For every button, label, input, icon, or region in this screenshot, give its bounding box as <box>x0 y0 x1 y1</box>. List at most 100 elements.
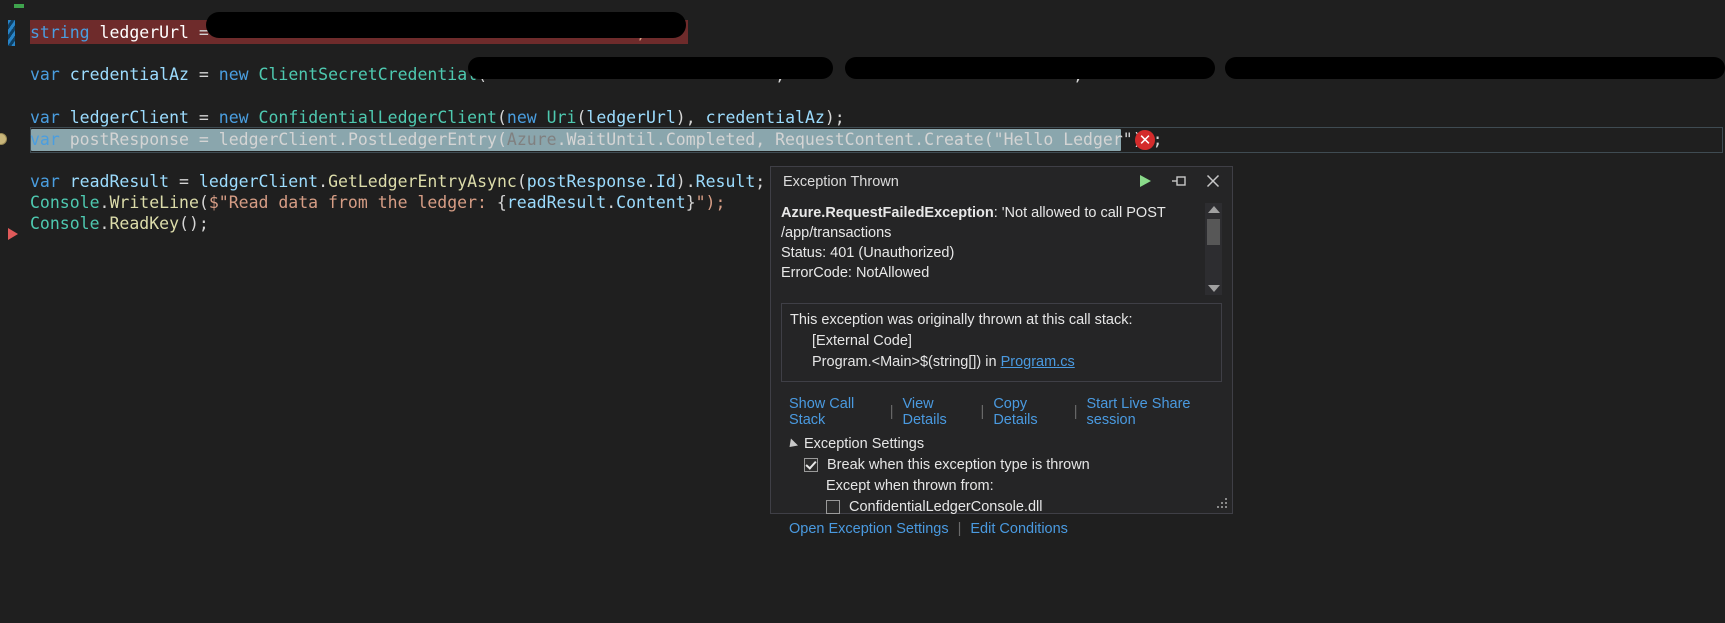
code-token: = <box>188 108 219 127</box>
line-writeline[interactable]: Console.WriteLine($"Read data from the l… <box>30 192 725 214</box>
exception-settings-label: Exception Settings <box>804 436 925 452</box>
code-token: = <box>188 65 219 84</box>
code-token: var <box>30 172 60 191</box>
code-token: postResponse <box>69 130 189 149</box>
code-token: Console <box>30 214 100 233</box>
continue-icon[interactable] <box>1134 170 1156 192</box>
exception-message: Azure.RequestFailedException: 'Not allow… <box>781 203 1222 283</box>
redaction-block <box>1225 57 1725 79</box>
code-token: .WaitUntil.Completed, RequestContent.Cre… <box>556 130 1163 149</box>
close-icon[interactable] <box>1202 170 1224 192</box>
program-cs-link[interactable]: Program.cs <box>1001 354 1075 370</box>
code-token: GetLedgerEntryAsync <box>328 172 517 191</box>
exception-errorcode-line: ErrorCode: NotAllowed <box>781 265 930 281</box>
redaction-block <box>468 57 833 79</box>
code-token: . <box>606 193 617 212</box>
code-token: . <box>645 172 656 191</box>
scrollbar-thumb[interactable] <box>1207 219 1220 245</box>
pin-icon[interactable] <box>1168 170 1190 192</box>
start-live-share-link[interactable]: Start Live Share session <box>1078 396 1233 428</box>
module-exclusion-label: ConfidentialLedgerConsole.dll <box>849 499 1043 515</box>
popup-title-buttons <box>1134 170 1224 192</box>
code-token: = <box>169 172 199 191</box>
code-token: ). <box>675 172 696 191</box>
code-token: ledgerClient <box>69 108 189 127</box>
code-token: ledgerUrl <box>586 108 676 127</box>
code-token: credentialAz <box>705 108 825 127</box>
show-call-stack-link[interactable]: Show Call Stack <box>789 396 890 428</box>
code-token: ReadKey <box>109 214 180 233</box>
code-token: credentialAz <box>69 65 189 84</box>
exception-thrown-popup[interactable]: Exception Thrown Azure.RequestFailedExce… <box>770 166 1233 537</box>
code-token: Content <box>616 193 686 212</box>
redaction-block <box>845 57 1215 79</box>
exception-message-scrollbar[interactable] <box>1205 203 1222 295</box>
code-token: Console <box>30 193 100 212</box>
popup-title: Exception Thrown <box>783 174 899 190</box>
code-token: . <box>318 172 329 191</box>
code-token: ledgerClient <box>198 172 319 191</box>
call-stack-heading: This exception was originally thrown at … <box>790 312 1133 328</box>
code-token: ( <box>516 172 527 191</box>
code-token: PostLedgerEntry <box>347 130 497 149</box>
code-token: ( <box>198 193 209 212</box>
code-token: ClientSecretCredential <box>258 65 478 84</box>
scroll-up-arrow-icon[interactable] <box>1207 206 1220 213</box>
code-token: ConfidentialLedgerClient <box>258 108 497 127</box>
call-stack-box: This exception was originally thrown at … <box>781 303 1222 382</box>
view-details-link[interactable]: View Details <box>893 396 980 428</box>
code-token: readResult <box>69 172 170 191</box>
module-exclusion-row[interactable]: ConfidentialLedgerConsole.dll <box>826 499 1232 515</box>
line-readkey[interactable]: Console.ReadKey(); <box>30 213 209 235</box>
line-ledger-client[interactable]: var ledgerClient = new ConfidentialLedge… <box>30 107 845 129</box>
code-token: ( <box>496 130 507 149</box>
code-token: readResult <box>506 193 607 212</box>
exception-bottom-links: Open Exception Settings | Edit Condition… <box>789 521 1232 537</box>
code-token: new <box>218 108 249 127</box>
resize-grip-icon[interactable] <box>1215 496 1229 510</box>
redaction-block <box>228 17 678 37</box>
code-token: postResponse <box>526 172 646 191</box>
edit-conditions-link[interactable]: Edit Conditions <box>961 521 1068 537</box>
exception-message-region: Azure.RequestFailedException: 'Not allow… <box>781 203 1222 295</box>
code-token: Uri <box>546 108 577 127</box>
break-on-exception-row[interactable]: Break when this exception type is thrown <box>804 457 1232 473</box>
call-stack-frame-text: Program.<Main>$(string[]) in <box>812 354 1001 370</box>
code-token: Id <box>655 172 676 191</box>
code-token: ); <box>824 108 845 127</box>
expander-triangle-icon[interactable] <box>785 437 799 451</box>
code-token: ( <box>576 108 587 127</box>
exception-status-line: Status: 401 (Unauthorized) <box>781 245 955 261</box>
code-token: . <box>99 193 110 212</box>
break-on-exception-checkbox[interactable] <box>804 458 818 472</box>
code-token: { <box>496 193 507 212</box>
line-post-response[interactable]: var postResponse = ledgerClient.PostLedg… <box>30 129 1163 151</box>
code-token: (); <box>179 214 209 233</box>
break-on-exception-label: Break when this exception type is thrown <box>827 457 1090 473</box>
code-token: var <box>30 108 60 127</box>
call-stack-frame: [External Code] <box>812 333 912 349</box>
code-token: Azure <box>506 130 557 149</box>
exception-settings-header[interactable]: Exception Settings <box>785 436 1232 452</box>
scroll-down-arrow-icon[interactable] <box>1207 285 1220 292</box>
code-token: WriteLine <box>109 193 199 212</box>
copy-details-link[interactable]: Copy Details <box>984 396 1073 428</box>
code-token: new <box>218 65 249 84</box>
error-marker-icon: ✕ <box>1135 130 1155 150</box>
code-token: . <box>338 130 348 149</box>
code-token: ( <box>496 108 507 127</box>
code-token: ; <box>755 172 766 191</box>
code-token: = <box>188 130 219 149</box>
code-token: . <box>99 214 110 233</box>
popup-title-bar: Exception Thrown <box>771 167 1232 197</box>
code-token: var <box>30 65 60 84</box>
module-exclusion-checkbox[interactable] <box>826 500 840 514</box>
open-exception-settings-link[interactable]: Open Exception Settings <box>789 521 958 537</box>
line-read-result[interactable]: var readResult = ledgerClient.GetLedgerE… <box>30 171 765 193</box>
